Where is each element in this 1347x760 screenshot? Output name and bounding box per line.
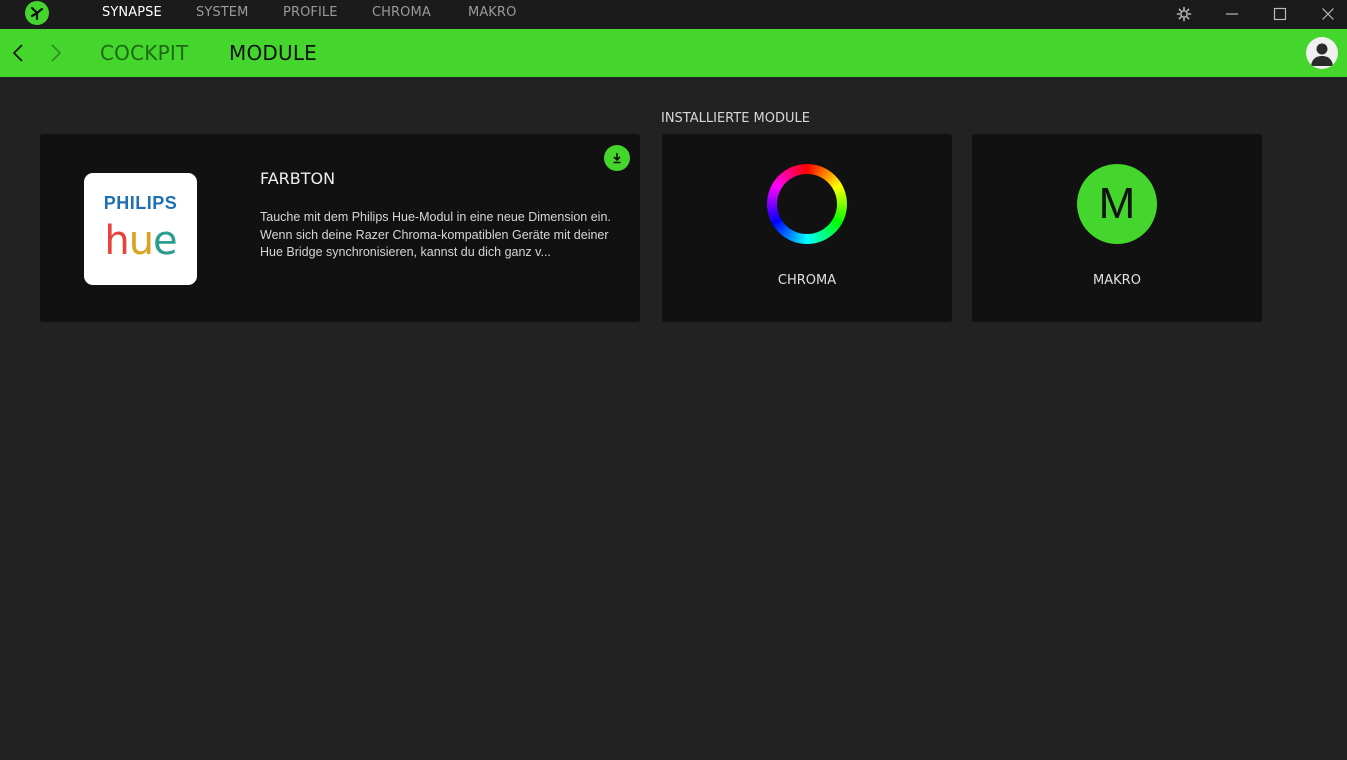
chroma-ring-icon: [767, 164, 847, 244]
title-bar: SYNAPSE SYSTEM PROFILE CHROMA MAKRO: [0, 0, 1347, 29]
featured-module-card[interactable]: PHILIPS hue FARBTON Tauche mit dem Phili…: [40, 134, 640, 322]
tab-profile[interactable]: PROFILE: [283, 5, 338, 20]
nav-bar: COCKPIT MODULE: [0, 29, 1347, 77]
download-icon[interactable]: [604, 145, 630, 171]
featured-module-title: FARBTON: [260, 169, 336, 188]
tab-system[interactable]: SYSTEM: [196, 5, 248, 20]
minimize-icon[interactable]: [1217, 2, 1247, 26]
philips-brand-text: PHILIPS: [103, 193, 178, 213]
chroma-module-label: CHROMA: [777, 273, 837, 288]
settings-icon[interactable]: [1169, 2, 1199, 26]
makro-icon: M: [1077, 164, 1157, 244]
back-arrow-icon[interactable]: [7, 41, 29, 65]
user-avatar-icon[interactable]: [1306, 37, 1338, 69]
tab-cockpit[interactable]: COCKPIT: [100, 41, 188, 65]
makro-module-card[interactable]: M MAKRO: [972, 134, 1262, 322]
chroma-module-card[interactable]: CHROMA: [662, 134, 952, 322]
featured-module-description: Tauche mit dem Philips Hue-Modul in eine…: [260, 210, 611, 259]
maximize-icon[interactable]: [1265, 2, 1295, 26]
makro-module-label: MAKRO: [1093, 273, 1141, 288]
razer-logo-icon[interactable]: [25, 1, 49, 25]
hue-wordmark: hue: [104, 218, 177, 264]
tab-makro[interactable]: MAKRO: [468, 5, 516, 20]
installed-modules-heading: INSTALLIERTE MODULE: [661, 111, 810, 126]
close-icon[interactable]: [1313, 2, 1343, 26]
tab-module[interactable]: MODULE: [229, 41, 317, 65]
philips-hue-logo: PHILIPS hue: [84, 173, 197, 285]
forward-arrow-icon[interactable]: [45, 41, 67, 65]
tab-chroma[interactable]: CHROMA: [372, 5, 431, 20]
tab-synapse[interactable]: SYNAPSE: [102, 5, 162, 20]
